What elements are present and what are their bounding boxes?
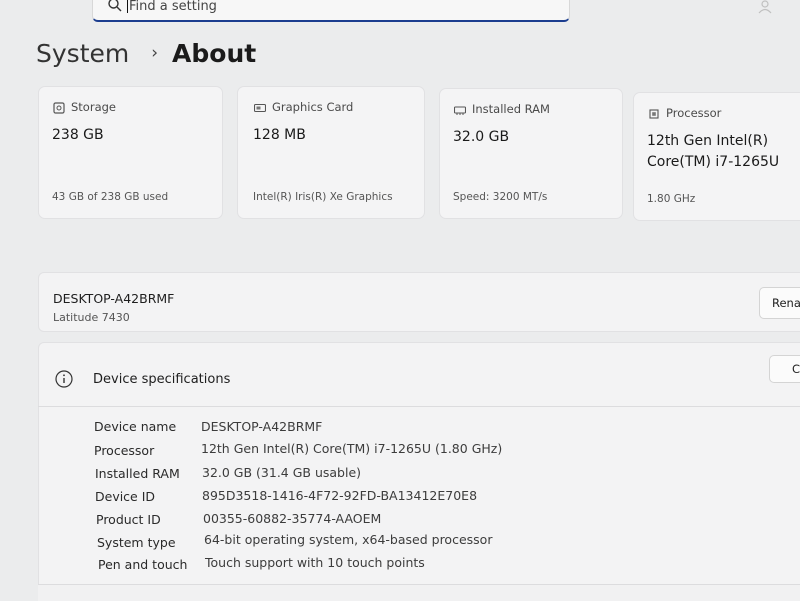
search-cursor — [127, 0, 128, 13]
spec-label-processor: Processor — [94, 443, 155, 458]
processor-icon — [649, 109, 659, 119]
processor-value-line2: Core(TM) i7-1265U — [647, 154, 780, 170]
spec-value-device-id: 895D3518-1416-4F72-92FD-BA13412E70E8 — [202, 488, 478, 503]
installed-ram-label: Installed RAM — [472, 102, 550, 116]
spec-value-device-name: DESKTOP-A42BRMF — [201, 419, 323, 434]
graphics-card-name: Intel(R) Iris(R) Xe Graphics — [253, 191, 393, 203]
info-icon — [55, 370, 73, 388]
page-title: About — [172, 38, 257, 68]
ram-icon — [454, 106, 466, 115]
rename-button[interactable]: Renar — [759, 287, 800, 319]
storage-icon — [53, 102, 65, 114]
spec-label-pen-and-touch: Pen and touch — [98, 557, 188, 572]
ram-speed: Speed: 3200 MT/s — [453, 191, 548, 203]
spec-label-device-id: Device ID — [95, 489, 156, 504]
storage-card[interactable]: Storage 238 GB 43 GB of 238 GB used — [38, 86, 223, 219]
search-box[interactable]: Find a setting — [92, 0, 570, 22]
specs-title: Device specifications — [93, 372, 231, 387]
breadcrumb-system[interactable]: System — [36, 39, 129, 68]
specs-divider — [38, 406, 800, 407]
graphics-card-card[interactable]: Graphics Card 128 MB Intel(R) Iris(R) Xe… — [237, 86, 425, 219]
processor-label: Processor — [666, 106, 722, 120]
spec-value-processor: 12th Gen Intel(R) Core(TM) i7-1265U (1.8… — [201, 441, 503, 456]
spec-label-product-id: Product ID — [96, 512, 161, 527]
spec-value-pen-and-touch: Touch support with 10 touch points — [205, 555, 425, 570]
device-model: Latitude 7430 — [53, 311, 130, 324]
device-name: DESKTOP-A42BRMF — [53, 291, 175, 306]
graphics-card-label: Graphics Card — [272, 100, 354, 114]
graphics-card-icon — [254, 103, 266, 113]
copy-button[interactable]: C — [769, 355, 800, 383]
device-name-panel: DESKTOP-A42BRMF Latitude 7430 Renar — [38, 272, 800, 332]
processor-value-line1: 12th Gen Intel(R) — [647, 133, 769, 149]
spec-label-system-type: System type — [97, 535, 176, 550]
search-icon — [108, 0, 122, 12]
breadcrumb: System › About — [36, 36, 256, 70]
spec-value-installed-ram: 32.0 GB (31.4 GB usable) — [202, 465, 362, 480]
graphics-card-value: 128 MB — [253, 127, 306, 143]
account-glyph-icon — [758, 0, 772, 14]
search-input[interactable]: Find a setting — [129, 0, 217, 14]
storage-usage: 43 GB of 238 GB used — [52, 191, 169, 203]
spec-value-product-id: 00355-60882-35774-AAOEM — [203, 511, 382, 526]
installed-ram-value: 32.0 GB — [453, 129, 510, 145]
next-section-edge — [38, 584, 800, 601]
processor-card[interactable]: Processor 12th Gen Intel(R) Core(TM) i7-… — [633, 92, 800, 221]
spec-label-installed-ram: Installed RAM — [95, 466, 180, 481]
storage-value: 238 GB — [52, 127, 104, 143]
storage-label: Storage — [71, 100, 116, 114]
processor-value: 12th Gen Intel(R) Core(TM) i7-1265U — [647, 131, 779, 173]
installed-ram-card[interactable]: Installed RAM 32.0 GB Speed: 3200 MT/s — [439, 88, 623, 219]
account-icon[interactable] — [758, 0, 772, 18]
processor-speed: 1.80 GHz — [647, 193, 696, 205]
spec-label-device-name: Device name — [94, 419, 177, 434]
breadcrumb-separator-icon: › — [151, 43, 159, 63]
spec-value-system-type: 64-bit operating system, x64-based proce… — [204, 532, 493, 547]
